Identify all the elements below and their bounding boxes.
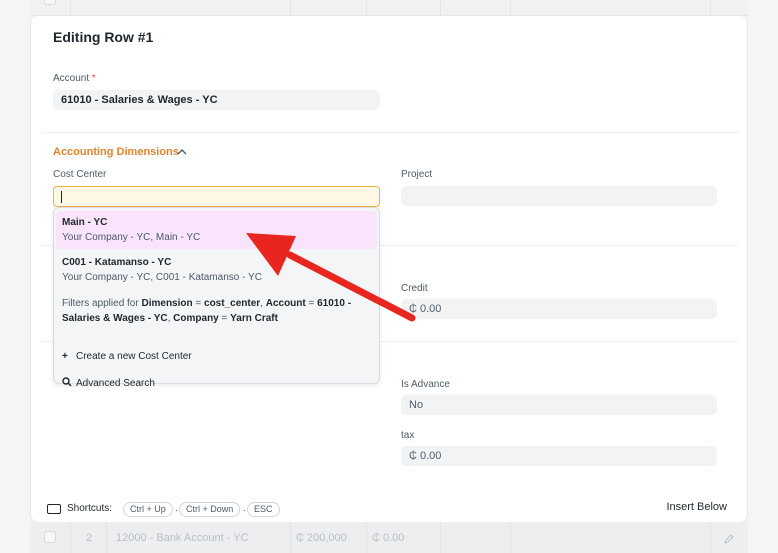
account-label-text: Account xyxy=(53,73,90,84)
insert-below-button[interactable]: Insert Below xyxy=(666,501,727,513)
option-subtitle: Your Company - YC, Main - YC xyxy=(62,232,201,243)
column-divider xyxy=(366,522,367,553)
filter-key: Company xyxy=(173,313,219,324)
edit-icon[interactable] xyxy=(724,534,734,544)
filter-key: Dimension xyxy=(141,298,193,309)
column-divider xyxy=(290,0,291,16)
account-field[interactable]: 61010 - Salaries & Wages - YC xyxy=(53,90,380,110)
credit-field[interactable]: ₵ 0.00 xyxy=(401,299,717,319)
is-advance-label: Is Advance xyxy=(401,379,450,390)
separator-dot: . xyxy=(243,503,246,514)
shortcut-key: Ctrl + Up xyxy=(123,502,173,517)
text-caret xyxy=(61,191,62,203)
column-divider xyxy=(510,522,511,553)
cost-center-dropdown: Main - YC Your Company - YC, Main - YC C… xyxy=(53,207,380,389)
cost-center-input[interactable] xyxy=(53,186,380,207)
filter-value: Yarn Craft xyxy=(230,313,278,324)
row-checkbox xyxy=(44,531,56,543)
row-credit: ₵ 0.00 xyxy=(372,532,405,544)
row-checkbox xyxy=(44,0,56,5)
filters-prefix: Filters applied for xyxy=(62,298,142,309)
project-field[interactable] xyxy=(401,186,717,206)
accounting-dimensions-toggle[interactable]: Accounting Dimensions xyxy=(53,146,179,158)
search-icon xyxy=(62,377,72,387)
is-advance-field[interactable]: No xyxy=(401,395,717,415)
column-divider xyxy=(366,0,367,16)
filter-key: Account xyxy=(265,298,306,309)
background-table-row xyxy=(30,0,748,16)
credit-label: Credit xyxy=(401,283,428,294)
account-label: Account * xyxy=(53,73,96,84)
background-table-row: 2 12000 - Bank Account - YC ₵ 200,000 ₵ … xyxy=(30,522,748,553)
chevron-up-icon[interactable] xyxy=(176,146,188,158)
shortcut-key: ESC xyxy=(247,502,280,517)
advanced-search-label: Advanced Search xyxy=(76,378,155,389)
dropdown-option-main[interactable]: Main - YC Your Company - YC, Main - YC xyxy=(56,211,377,249)
dropdown-option-katamanso[interactable]: C001 - Katamanso - YC Your Company - YC,… xyxy=(56,251,377,289)
cost-center-label: Cost Center xyxy=(53,169,107,180)
column-divider xyxy=(510,0,511,16)
editing-row-panel: Editing Row #1 Account * 61010 - Salarie… xyxy=(30,15,748,523)
keyboard-icon xyxy=(47,504,61,514)
column-divider xyxy=(106,522,107,553)
column-divider xyxy=(710,522,711,553)
row-debit: ₵ 200,000 xyxy=(296,532,347,544)
column-divider xyxy=(290,522,291,553)
advanced-search[interactable]: Advanced Search xyxy=(62,377,155,389)
column-divider xyxy=(440,522,441,553)
required-mark: * xyxy=(91,73,96,84)
shortcut-key: Ctrl + Down xyxy=(179,502,241,517)
panel-title: Editing Row #1 xyxy=(53,29,154,45)
option-subtitle: Your Company - YC, C001 - Katamanso - YC xyxy=(62,272,262,283)
project-label: Project xyxy=(401,169,433,180)
column-divider xyxy=(710,0,711,16)
tax-label: tax xyxy=(401,430,415,441)
column-divider xyxy=(440,0,441,16)
column-divider xyxy=(70,522,71,553)
create-new-cost-center[interactable]: + Create a new Cost Center xyxy=(62,351,192,362)
separator-dot: . xyxy=(175,503,178,514)
create-new-label: Create a new Cost Center xyxy=(76,351,192,362)
filter-value: cost_center xyxy=(204,298,261,309)
row-account: 12000 - Bank Account - YC xyxy=(116,532,249,544)
filters-note: Filters applied for Dimension = cost_cen… xyxy=(62,298,352,324)
column-divider xyxy=(70,0,71,16)
option-title: C001 - Katamanso - YC xyxy=(62,257,172,268)
shortcuts-label: Shortcuts: xyxy=(67,503,113,514)
row-index: 2 xyxy=(86,532,93,544)
plus-icon: + xyxy=(62,351,68,362)
option-title: Main - YC xyxy=(62,217,108,228)
tax-field[interactable]: ₵ 0.00 xyxy=(401,446,717,466)
divider xyxy=(43,132,739,133)
